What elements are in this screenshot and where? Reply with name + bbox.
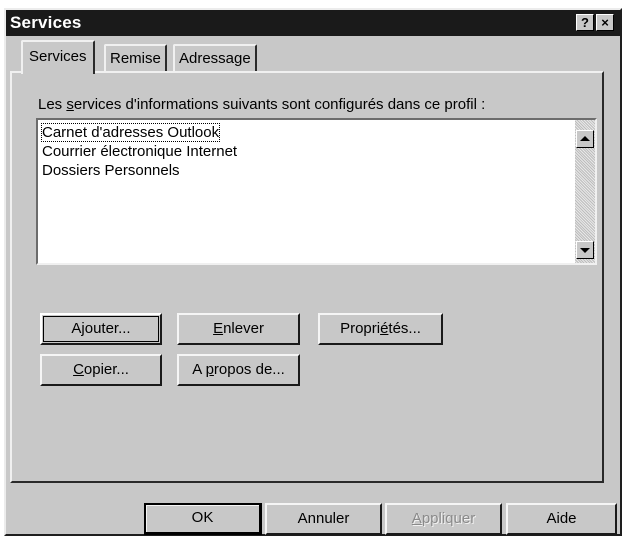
tab-remise[interactable]: Remise: [104, 44, 167, 71]
btn-text: ppliquer: [421, 510, 476, 527]
tab-services[interactable]: Services: [21, 40, 95, 74]
cancel-button[interactable]: Annuler: [265, 503, 382, 535]
help-footer-button[interactable]: Aide: [506, 503, 617, 535]
help-button[interactable]: ?: [576, 14, 594, 31]
btn-accelerator: A: [411, 510, 422, 527]
tab-services-label: Services: [29, 48, 87, 65]
tab-panel-services: [10, 71, 604, 483]
window-title: Services: [10, 13, 82, 32]
tab-adressage[interactable]: Adressage: [173, 44, 257, 71]
apply-button[interactable]: Appliquer: [385, 503, 502, 535]
ok-button[interactable]: OK: [144, 503, 262, 535]
tab-adressage-label: Adressage: [179, 50, 251, 67]
close-button[interactable]: ×: [596, 14, 614, 31]
title-bar[interactable]: Services ? ×: [6, 10, 620, 36]
tab-remise-label: Remise: [110, 50, 161, 67]
